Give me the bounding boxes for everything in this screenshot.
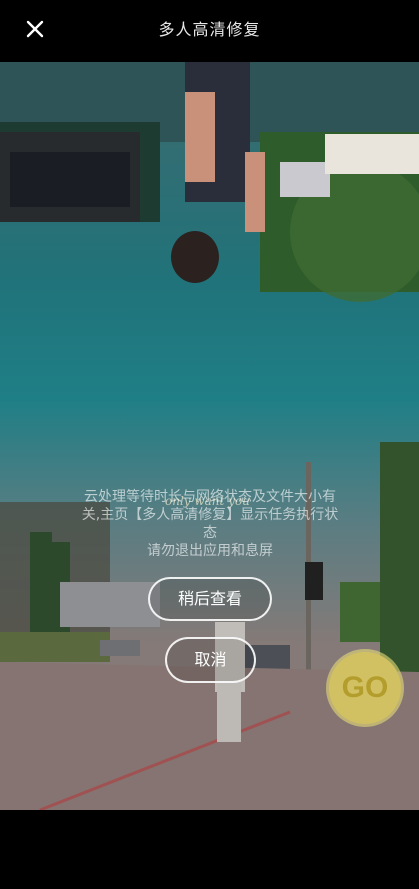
bottom-bar [0, 810, 419, 889]
view-later-button[interactable]: 稍后查看 [148, 577, 272, 621]
cancel-button[interactable]: 取消 [165, 637, 256, 683]
processing-message: 云处理等待时长与网络状态及文件大小有 关,主页【多人高清修复】显示任务执行状 态… [60, 488, 360, 560]
go-badge: GO [329, 652, 401, 724]
message-line: 云处理等待时长与网络状态及文件大小有 [84, 489, 336, 505]
page-title: 多人高清修复 [158, 20, 261, 39]
top-bar: 多人高清修复 [0, 0, 419, 58]
message-line: 关,主页【多人高清修复】显示任务执行状 [81, 507, 339, 523]
message-line: 态 [203, 525, 217, 541]
message-line: 请勿退出应用和息屏 [147, 543, 273, 559]
